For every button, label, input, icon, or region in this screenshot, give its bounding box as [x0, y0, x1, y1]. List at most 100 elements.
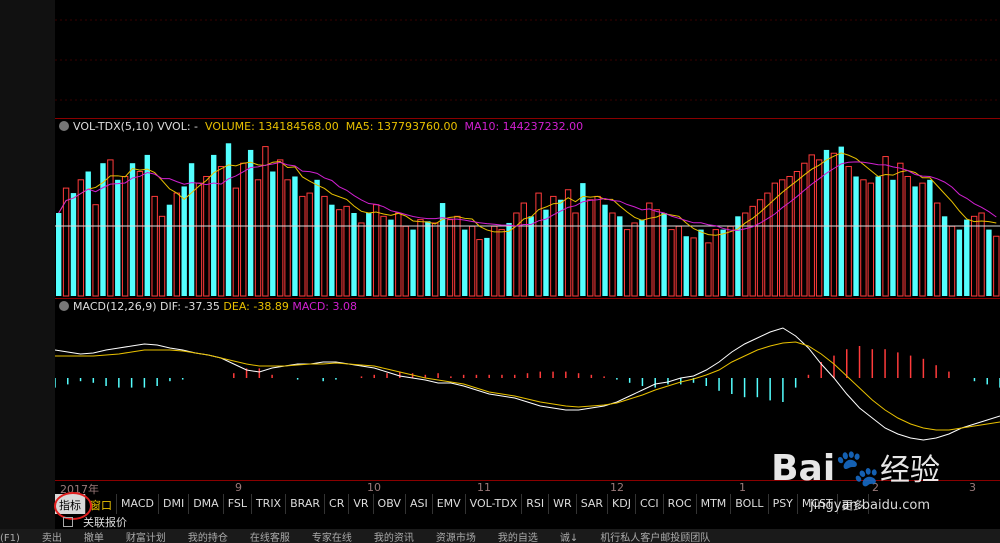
left-sidebar-strip: [0, 0, 55, 543]
tab-wr[interactable]: WR: [549, 494, 577, 514]
volume-bar: [476, 239, 483, 297]
volume-bar: [520, 202, 527, 297]
volume-bar: [211, 154, 217, 296]
dif-line: [55, 327, 1000, 441]
volume-bar: [425, 221, 431, 296]
volume-bar: [602, 204, 608, 296]
volume-bar: [934, 202, 941, 297]
tab-brar[interactable]: BRAR: [286, 494, 326, 514]
status-bar-item[interactable]: (F1): [0, 533, 20, 543]
volume-bar: [343, 205, 350, 297]
tab-psy[interactable]: PSY: [769, 494, 798, 514]
tab-sar[interactable]: SAR: [577, 494, 609, 514]
volume-bar: [853, 176, 859, 296]
tab-rsi[interactable]: RSI: [522, 494, 550, 514]
status-bar-item[interactable]: 我的持仓: [188, 533, 228, 543]
collapse-icon[interactable]: [59, 121, 69, 131]
status-bar-item[interactable]: 专家在线: [312, 533, 352, 543]
volume-bar: [587, 199, 594, 297]
volume-bar: [580, 183, 586, 296]
volume-bar: [919, 182, 926, 297]
dif-value: DIF: -37.35: [160, 300, 220, 313]
tab-窗口[interactable]: 窗口: [86, 494, 117, 514]
volume-bar: [550, 195, 557, 297]
tab-asi[interactable]: ASI: [406, 494, 433, 514]
volume-bar: [668, 229, 675, 297]
tab-roc[interactable]: ROC: [664, 494, 697, 514]
watermark-brand: Bai: [771, 448, 836, 489]
volume-bar: [372, 204, 380, 297]
status-bar-item[interactable]: 诚↓: [560, 533, 578, 543]
volume-bar: [388, 219, 394, 296]
status-bar-item[interactable]: 财富计划: [126, 533, 166, 543]
volume-bar: [683, 236, 689, 296]
volume-bar: [484, 237, 490, 296]
volume-bar: [506, 222, 512, 296]
tab-kdj[interactable]: KDJ: [608, 494, 636, 514]
tab-macd[interactable]: MACD: [117, 494, 159, 514]
volume-bar: [380, 215, 387, 297]
volume-bar: [941, 216, 948, 296]
volume-bar: [491, 225, 498, 297]
volume-bar: [830, 152, 838, 297]
volume-bar: [956, 229, 963, 296]
volume-bar: [970, 215, 978, 297]
collapse-icon[interactable]: [59, 301, 69, 311]
x-tick-label: 1: [739, 481, 746, 494]
volume-bar: [336, 209, 343, 297]
tab-emv[interactable]: EMV: [433, 494, 466, 514]
volume-bar: [232, 187, 240, 297]
volume-bar: [92, 204, 99, 297]
volume-chart: [55, 143, 1000, 297]
tab-cr[interactable]: CR: [325, 494, 350, 514]
volume-panel[interactable]: VOL-TDX(5,10) VVOL: - VOLUME: 134184568.…: [55, 118, 1000, 298]
volume-header: VOL-TDX(5,10) VVOL: - VOLUME: 134184568.…: [59, 120, 583, 134]
link-bar[interactable]: 关联报价: [55, 514, 127, 529]
volume-bar: [993, 235, 1000, 297]
tab-dma[interactable]: DMA: [189, 494, 224, 514]
volume-bar: [144, 154, 150, 296]
status-bar-item[interactable]: 资源市场: [436, 533, 476, 543]
volume-bar: [240, 162, 247, 297]
tab-boll[interactable]: BOLL: [731, 494, 769, 514]
volume-bar: [262, 146, 269, 297]
tab-mtm[interactable]: MTM: [697, 494, 732, 514]
x-tick-label: 3: [969, 481, 976, 494]
related-quote-checkbox[interactable]: [63, 517, 73, 527]
tab-指标[interactable]: 指标: [55, 494, 86, 514]
volume-bar: [978, 212, 985, 297]
volume-bar: [270, 171, 276, 296]
tab-fsl[interactable]: FSL: [224, 494, 252, 514]
vvol-label: VVOL: -: [157, 120, 199, 133]
price-panel[interactable]: [55, 0, 1000, 118]
status-bar-item[interactable]: 在线客服: [250, 533, 290, 543]
dea-line: [55, 341, 1000, 431]
macd-header: MACD(12,26,9) DIF: -37.35 DEA: -38.89 MA…: [59, 300, 357, 314]
status-bar-item[interactable]: 我的自选: [498, 533, 538, 543]
status-bar-item[interactable]: 机行私人客户邮投顾团队: [600, 533, 710, 543]
tab-vr[interactable]: VR: [349, 494, 374, 514]
volume-bar: [395, 212, 402, 297]
status-bar-item[interactable]: 卖出: [42, 533, 62, 543]
volume-bar: [100, 163, 106, 296]
volume-bar: [173, 192, 181, 297]
volume-bar: [631, 222, 638, 297]
tab-trix[interactable]: TRIX: [252, 494, 287, 514]
volume-bar: [793, 171, 801, 297]
volume-bar: [136, 171, 144, 297]
ma10-value: MA10: 144237232.00: [464, 120, 584, 133]
volume-bar: [402, 225, 409, 297]
tab-cci[interactable]: CCI: [636, 494, 664, 514]
volume-bar: [594, 195, 601, 297]
volume-bar: [617, 216, 623, 296]
status-bar: (F1) 卖出 撤单 财富计划 我的持仓 在线客服 专家在线 我的资讯 资源市场 我的自选 诚↓ 机行…: [0, 529, 1000, 543]
tab-vol-tdx[interactable]: VOL-TDX: [466, 494, 523, 514]
volume-bar: [468, 225, 476, 297]
tab-obv[interactable]: OBV: [374, 494, 406, 514]
volume-bar: [329, 204, 335, 296]
status-bar-item[interactable]: 撤单: [84, 533, 104, 543]
status-bar-item[interactable]: 我的资讯: [374, 533, 414, 543]
volume-bar: [712, 229, 719, 297]
watermark-url: jingyan.baidu.com: [810, 498, 930, 513]
tab-dmi[interactable]: DMI: [159, 494, 190, 514]
